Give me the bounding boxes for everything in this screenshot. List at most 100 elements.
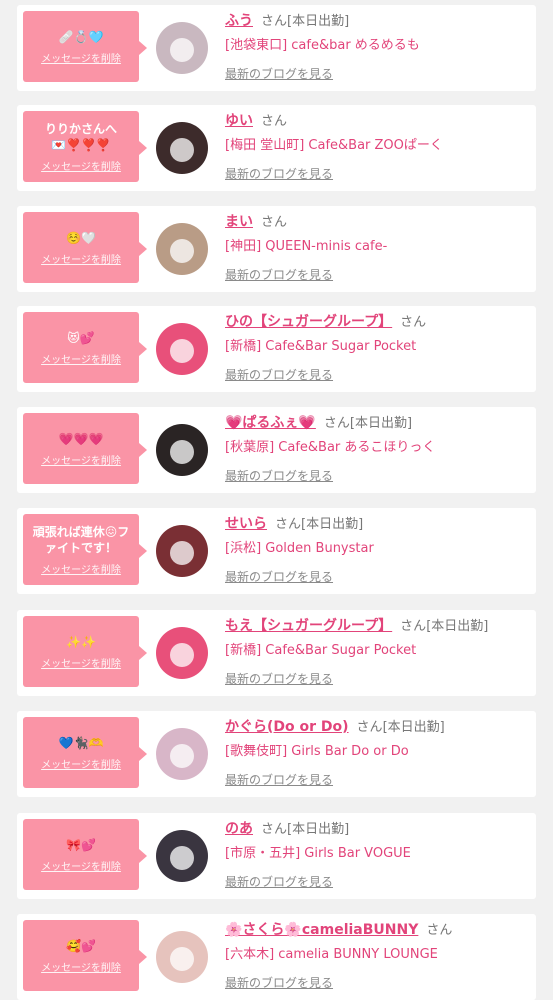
avatar[interactable] [156,22,208,74]
cast-name-link[interactable]: ひの【シュガーグループ】 [225,314,392,330]
message-text: 😻💕 [67,330,95,345]
cast-name-link[interactable]: のあ [225,821,253,837]
message-list: 🩹💍🩵 メッセージを削除 ふう さん[本日出勤] [池袋東口] cafe&bar … [0,0,553,1000]
delete-message-link[interactable]: メッセージを削除 [41,452,121,467]
avatar[interactable] [156,323,208,375]
latest-blog-link[interactable]: 最新のブログを見る [225,366,333,383]
message-text: 頑張れば連休😖ファイトです！ [32,524,130,555]
avatar[interactable] [156,525,208,577]
shop-info: [浜松] Golden Bunystar [225,541,374,556]
name-line: もえ【シュガーグループ】 さん[本日出勤] [225,615,488,635]
honorific-label: さん [356,720,383,735]
shop-info: [神田] QUEEN-minis cafe- [225,239,388,254]
attendance-status: [本日出勤] [382,720,445,735]
cast-name-link[interactable]: まい [225,214,253,230]
cast-name-link[interactable]: もえ【シュガーグループ】 [225,618,392,634]
attendance-status: [本日出勤] [287,822,350,837]
honorific-label: さん [426,923,453,938]
shop-info: [秋葉原] Cafe&Bar あるこほりっく [225,440,436,455]
avatar[interactable] [156,424,208,476]
message-text: 💗💗💗 [58,431,104,446]
avatar-face-sticker [170,339,194,363]
avatar[interactable] [156,728,208,780]
cast-name-link[interactable]: ふう [225,13,253,29]
message-card: 💙🐈‍⬛🫶 メッセージを削除 かぐら(Do or Do) さん[本日出勤] [歌舞… [17,711,536,797]
message-bubble: 🩹💍🩵 メッセージを削除 [23,11,147,82]
delete-message-link[interactable]: メッセージを削除 [41,756,121,771]
delete-message-link[interactable]: メッセージを削除 [41,251,121,266]
message-bubble: 🥰💕 メッセージを削除 [23,920,147,991]
name-line: ひの【シュガーグループ】 さん [225,311,426,331]
name-line: のあ さん[本日出勤] [225,818,349,838]
attendance-status: [本日出勤] [287,14,350,29]
message-card: りりかさんへ💌❣️❣️❣️ メッセージを削除 ゆい さん [梅田 堂山町] Caf… [17,105,536,191]
message-text: 🩹💍🩵 [58,29,104,44]
avatar-face-sticker [170,541,194,565]
avatar[interactable] [156,122,208,174]
avatar-face-sticker [170,440,194,464]
avatar-face-sticker [170,947,194,971]
message-text: 💙🐈‍⬛🫶 [58,735,104,750]
shop-info: [歌舞伎町] Girls Bar Do or Do [225,744,409,759]
latest-blog-link[interactable]: 最新のブログを見る [225,974,333,991]
message-card: 🥰💕 メッセージを削除 🌸さくら🌸cameliaBUNNY さん [六本木] ca… [17,914,536,1000]
honorific-label: さん [400,619,427,634]
honorific-label: さん [261,114,288,129]
latest-blog-link[interactable]: 最新のブログを見る [225,266,333,283]
message-text: ☺️🤍 [66,230,96,245]
name-line: せいら さん[本日出勤] [225,513,363,533]
name-line: まい さん [225,211,287,231]
latest-blog-link[interactable]: 最新のブログを見る [225,467,333,484]
latest-blog-link[interactable]: 最新のブログを見る [225,568,333,585]
message-bubble: 😻💕 メッセージを削除 [23,312,147,383]
shop-info: [池袋東口] cafe&bar めるめるも [225,38,420,53]
latest-blog-link[interactable]: 最新のブログを見る [225,65,333,82]
message-text: ✨✨ [66,634,96,649]
message-bubble: 頑張れば連休😖ファイトです！ メッセージを削除 [23,514,147,585]
delete-message-link[interactable]: メッセージを削除 [41,158,121,173]
avatar-face-sticker [170,846,194,870]
message-card: 💗💗💗 メッセージを削除 💗ぱるふぇ💗 さん[本日出勤] [秋葉原] Cafe&B… [17,407,536,493]
message-bubble: 💙🐈‍⬛🫶 メッセージを削除 [23,717,147,788]
message-text: 🥰💕 [66,938,96,953]
attendance-status: [本日出勤] [301,517,364,532]
cast-name-link[interactable]: 🌸さくら🌸cameliaBUNNY [225,922,418,938]
avatar[interactable] [156,627,208,679]
latest-blog-link[interactable]: 最新のブログを見る [225,771,333,788]
shop-info: [市原・五井] Girls Bar VOGUE [225,846,411,861]
name-line: 💗ぱるふぇ💗 さん[本日出勤] [225,412,412,432]
shop-info: [新橋] Cafe&Bar Sugar Pocket [225,339,417,354]
avatar[interactable] [156,223,208,275]
honorific-label: さん [400,315,427,330]
honorific-label: さん [275,517,302,532]
delete-message-link[interactable]: メッセージを削除 [41,858,121,873]
delete-message-link[interactable]: メッセージを削除 [41,655,121,670]
message-bubble: ☺️🤍 メッセージを削除 [23,212,147,283]
avatar-face-sticker [170,138,194,162]
delete-message-link[interactable]: メッセージを削除 [41,561,121,576]
delete-message-link[interactable]: メッセージを削除 [41,351,121,366]
avatar-face-sticker [170,643,194,667]
avatar-face-sticker [170,38,194,62]
latest-blog-link[interactable]: 最新のブログを見る [225,165,333,182]
honorific-label: さん [323,416,350,431]
cast-name-link[interactable]: せいら [225,516,267,532]
delete-message-link[interactable]: メッセージを削除 [41,50,121,65]
shop-info: [六本木] camelia BUNNY LOUNGE [225,947,438,962]
avatar[interactable] [156,931,208,983]
shop-info: [梅田 堂山町] Cafe&Bar ZOOぱーく [225,138,443,153]
name-line: ゆい さん [225,110,287,130]
message-text: 🎀💕 [66,837,96,852]
name-line: ふう さん[本日出勤] [225,10,349,30]
cast-name-link[interactable]: かぐら(Do or Do) [225,719,349,735]
latest-blog-link[interactable]: 最新のブログを見る [225,670,333,687]
avatar[interactable] [156,830,208,882]
delete-message-link[interactable]: メッセージを削除 [41,959,121,974]
avatar-face-sticker [170,744,194,768]
shop-info: [新橋] Cafe&Bar Sugar Pocket [225,643,417,658]
cast-name-link[interactable]: ゆい [225,113,253,129]
honorific-label: さん [261,822,288,837]
cast-name-link[interactable]: 💗ぱるふぇ💗 [225,415,316,431]
message-card: 🩹💍🩵 メッセージを削除 ふう さん[本日出勤] [池袋東口] cafe&bar … [17,5,536,91]
latest-blog-link[interactable]: 最新のブログを見る [225,873,333,890]
